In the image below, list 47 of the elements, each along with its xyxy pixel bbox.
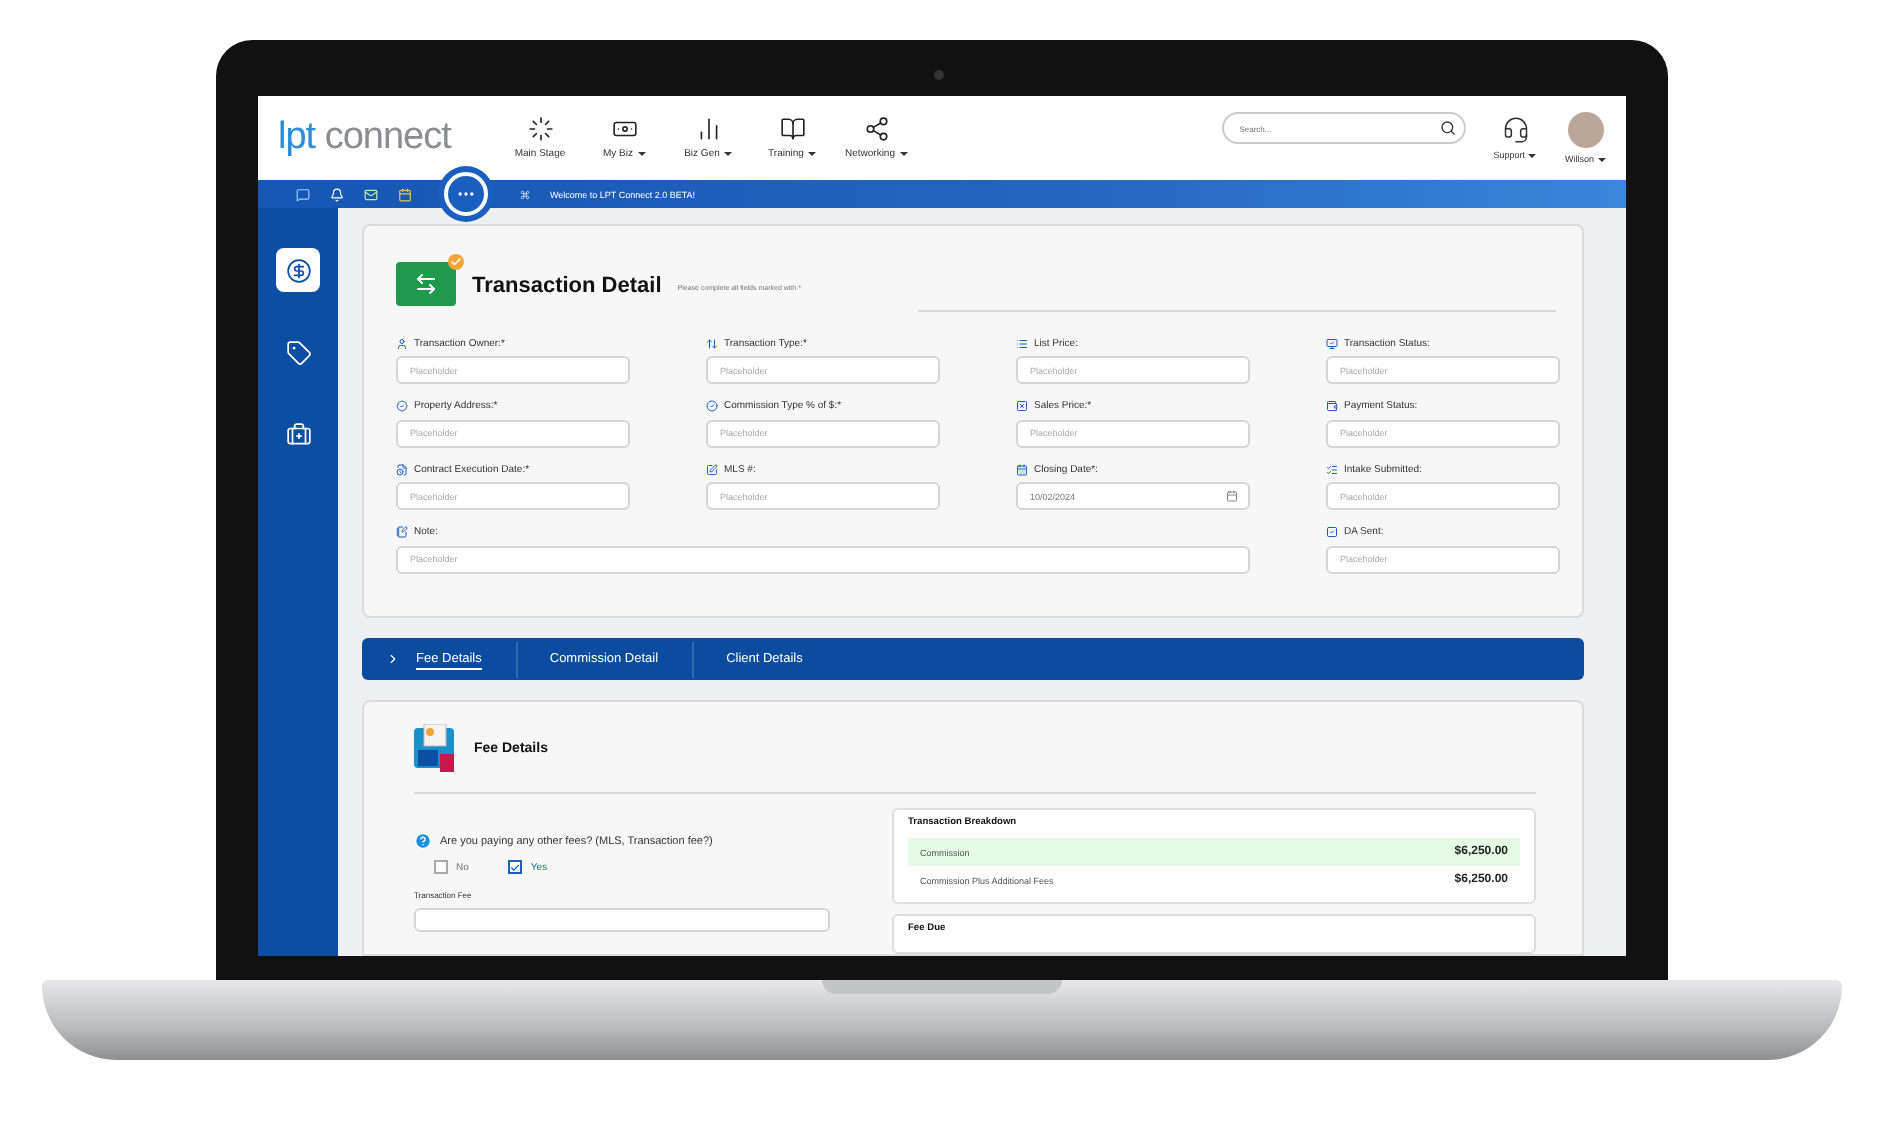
avatar [1567, 112, 1604, 148]
spinner-icon [527, 116, 553, 142]
badge-check-icon [396, 400, 408, 412]
chat-icon[interactable] [296, 187, 310, 201]
camera-icon [934, 70, 944, 80]
caret-icon [807, 152, 816, 156]
caret-icon [1528, 153, 1537, 157]
more-button[interactable] [444, 172, 488, 216]
list-icon [1016, 337, 1028, 349]
caret-icon [899, 152, 907, 156]
headset-icon [1501, 116, 1530, 144]
help-icon [414, 832, 432, 850]
checkbox[interactable] [508, 860, 523, 874]
calendar-icon[interactable] [398, 187, 412, 201]
card-terminal-icon [414, 724, 458, 772]
checklist-icon [1326, 463, 1338, 475]
command-icon [520, 189, 530, 199]
dollar-icon [285, 257, 311, 283]
bell-icon[interactable] [330, 187, 344, 201]
pen-square-icon [706, 463, 718, 475]
input-field[interactable] [414, 908, 830, 932]
check-square-icon [1326, 526, 1338, 538]
calendar-icon[interactable] [1226, 490, 1238, 502]
file-clock-icon [396, 463, 408, 475]
mail-icon[interactable] [364, 187, 378, 201]
checkbox[interactable] [434, 860, 448, 874]
share-icon [863, 116, 889, 142]
chevron-icon[interactable] [386, 652, 400, 666]
briefcase-icon [285, 421, 311, 447]
section-title: Transaction Detail [472, 274, 662, 298]
notebook-icon [396, 526, 408, 538]
caret-icon [1598, 157, 1606, 161]
monitor-check-icon [1326, 337, 1338, 349]
sidebar-item[interactable] [276, 248, 320, 292]
user-icon [396, 337, 408, 349]
caret-icon [637, 152, 645, 156]
wallet-icon [1326, 400, 1338, 412]
calendar-icon [1016, 463, 1028, 475]
arrows-icon [706, 337, 718, 349]
caret-icon [723, 152, 732, 156]
tag-icon [285, 339, 311, 365]
banknote-icon [611, 116, 637, 142]
circle-check-icon [706, 400, 718, 412]
bar-chart-icon [695, 116, 721, 142]
x-square-icon [1016, 400, 1028, 412]
book-icon [779, 116, 805, 142]
search-icon[interactable] [1439, 120, 1456, 136]
